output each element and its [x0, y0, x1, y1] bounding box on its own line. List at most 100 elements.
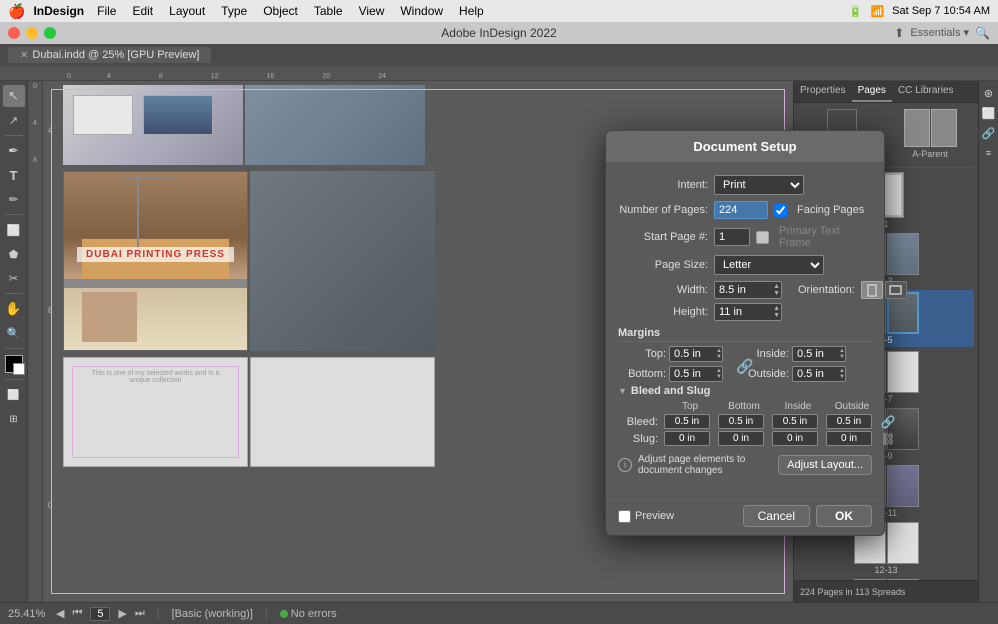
- bottom-margin-input[interactable]: [669, 366, 723, 382]
- menu-view[interactable]: View: [352, 2, 392, 20]
- bottom-arrows[interactable]: ▲ ▼: [716, 366, 722, 382]
- chain-icon[interactable]: 🔗: [736, 358, 753, 375]
- ok-button[interactable]: OK: [816, 505, 872, 527]
- height-up[interactable]: ▲: [773, 305, 780, 312]
- scissors-tool[interactable]: ✂: [3, 267, 25, 289]
- hand-tool[interactable]: ✋: [3, 298, 25, 320]
- inside-arrows[interactable]: ▲ ▼: [839, 346, 845, 362]
- intent-row: Intent: Print Web Mobile: [618, 175, 872, 195]
- share-icon[interactable]: ⬆: [894, 26, 904, 40]
- tab-pages[interactable]: Pages: [852, 81, 892, 102]
- frame-tool[interactable]: ⬟: [3, 243, 25, 265]
- menu-edit[interactable]: Edit: [125, 2, 160, 20]
- document-tab-label: Dubai.indd @ 25% [GPU Preview]: [32, 49, 199, 61]
- fill-stroke-widget[interactable]: [5, 355, 23, 373]
- intent-select[interactable]: Print Web Mobile: [714, 175, 804, 195]
- window-controls[interactable]: [8, 27, 56, 39]
- menu-type[interactable]: Type: [214, 2, 254, 20]
- pen-tool[interactable]: ✒: [3, 140, 25, 162]
- menu-help[interactable]: Help: [452, 2, 491, 20]
- bleed-slug-header[interactable]: ▼ Bleed and Slug: [618, 385, 872, 397]
- page-marker-4: 4: [48, 126, 52, 135]
- document-tab[interactable]: ✕ Dubai.indd @ 25% [GPU Preview]: [8, 47, 211, 63]
- width-up[interactable]: ▲: [773, 283, 780, 290]
- first-page-btn[interactable]: ⏮: [72, 607, 82, 620]
- orientation-buttons: [861, 281, 907, 299]
- menu-table[interactable]: Table: [307, 2, 350, 20]
- outside-margin-input[interactable]: [792, 366, 846, 382]
- height-input[interactable]: [714, 303, 782, 321]
- bleed-outside-input[interactable]: [826, 414, 872, 429]
- maximize-button[interactable]: [44, 27, 56, 39]
- prev-page-btn[interactable]: ◀: [56, 607, 64, 620]
- bleed-chain-icon[interactable]: 🔗: [880, 415, 896, 429]
- start-primary-row: Start Page #: Primary Text Frame: [618, 225, 872, 249]
- search-icon[interactable]: 🔍: [975, 26, 990, 40]
- preview-checkbox[interactable]: [618, 510, 631, 523]
- slug-inside-input[interactable]: [772, 431, 818, 446]
- page-label-12-13: 12-13: [798, 565, 974, 575]
- direct-select-tool[interactable]: ↗: [3, 109, 25, 131]
- width-arrows[interactable]: ▲ ▼: [773, 281, 780, 299]
- page-size-select[interactable]: Letter A4: [714, 255, 824, 275]
- cancel-button[interactable]: Cancel: [743, 505, 810, 527]
- top-margin-input[interactable]: [669, 346, 723, 362]
- bleed-inside-input[interactable]: [772, 414, 818, 429]
- v-ruler-0: 0: [33, 83, 37, 90]
- menu-window[interactable]: Window: [393, 2, 450, 20]
- menubar: 🍎 InDesign File Edit Layout Type Object …: [0, 0, 998, 22]
- frame-grid-btn[interactable]: ⊞: [3, 408, 25, 430]
- app-name[interactable]: InDesign: [33, 4, 84, 18]
- width-stepper: ▲ ▼: [714, 281, 782, 299]
- normal-mode-btn[interactable]: ⬜: [3, 384, 25, 406]
- zoom-tool[interactable]: 🔍: [3, 322, 25, 344]
- links-icon[interactable]: 🔗: [981, 125, 997, 141]
- minimize-button[interactable]: [26, 27, 38, 39]
- inside-margin-input[interactable]: [792, 346, 846, 362]
- portrait-btn[interactable]: [861, 281, 883, 299]
- bleed-bottom-input[interactable]: [718, 414, 764, 429]
- select-tool[interactable]: ↖: [3, 85, 25, 107]
- menu-layout[interactable]: Layout: [162, 2, 212, 20]
- close-button[interactable]: [8, 27, 20, 39]
- essentials-label[interactable]: Essentials ▾: [910, 26, 969, 40]
- right-icon-strip: ⊛ ⬜ 🔗 ≡: [978, 81, 998, 602]
- height-down[interactable]: ▼: [773, 312, 780, 319]
- hamburger-icon[interactable]: ≡: [981, 145, 997, 161]
- tab-cc-libraries[interactable]: CC Libraries: [892, 81, 960, 102]
- facing-pages-checkbox[interactable]: [774, 204, 787, 217]
- document-tab-close[interactable]: ✕: [20, 50, 28, 61]
- a-parent-label: A-Parent: [888, 149, 972, 159]
- next-page-btn[interactable]: ▶: [118, 607, 126, 620]
- slug-outside-input[interactable]: [826, 431, 872, 446]
- last-page-btn[interactable]: ⏭: [135, 607, 145, 620]
- type-tool[interactable]: T: [3, 164, 25, 186]
- start-page-input[interactable]: [714, 228, 750, 246]
- slug-bottom-input[interactable]: [718, 431, 764, 446]
- tab-properties[interactable]: Properties: [794, 81, 852, 102]
- rectangle-tool[interactable]: ⬜: [3, 219, 25, 241]
- battery-icon: 🔋: [849, 5, 863, 18]
- bleed-top-input[interactable]: [664, 414, 710, 429]
- slug-chain-icon[interactable]: ⛓: [880, 432, 896, 446]
- layout-style-dropdown[interactable]: [Basic (working)]: [172, 608, 253, 620]
- num-pages-label: Number of Pages:: [618, 204, 708, 216]
- menu-object[interactable]: Object: [256, 2, 305, 20]
- page-number-input[interactable]: [90, 607, 110, 621]
- width-down[interactable]: ▼: [773, 290, 780, 297]
- menu-file[interactable]: File: [90, 2, 123, 20]
- apple-menu-icon[interactable]: 🍎: [8, 3, 25, 20]
- top-arrows[interactable]: ▲ ▼: [716, 346, 722, 362]
- num-pages-input[interactable]: [714, 201, 768, 219]
- outside-arrows[interactable]: ▲ ▼: [839, 366, 845, 382]
- layers-icon[interactable]: ⊛: [981, 85, 997, 101]
- pencil-tool[interactable]: ✏: [3, 188, 25, 210]
- primary-text-frame-checkbox[interactable]: [756, 231, 769, 244]
- adjust-layout-btn[interactable]: Adjust Layout...: [778, 455, 872, 475]
- pages-icon[interactable]: ⬜: [981, 105, 997, 121]
- a-parent-master[interactable]: A-Parent: [888, 109, 972, 159]
- landscape-btn[interactable]: [885, 281, 907, 299]
- height-arrows[interactable]: ▲ ▼: [773, 303, 780, 321]
- slug-top-input[interactable]: [664, 431, 710, 446]
- width-input[interactable]: [714, 281, 782, 299]
